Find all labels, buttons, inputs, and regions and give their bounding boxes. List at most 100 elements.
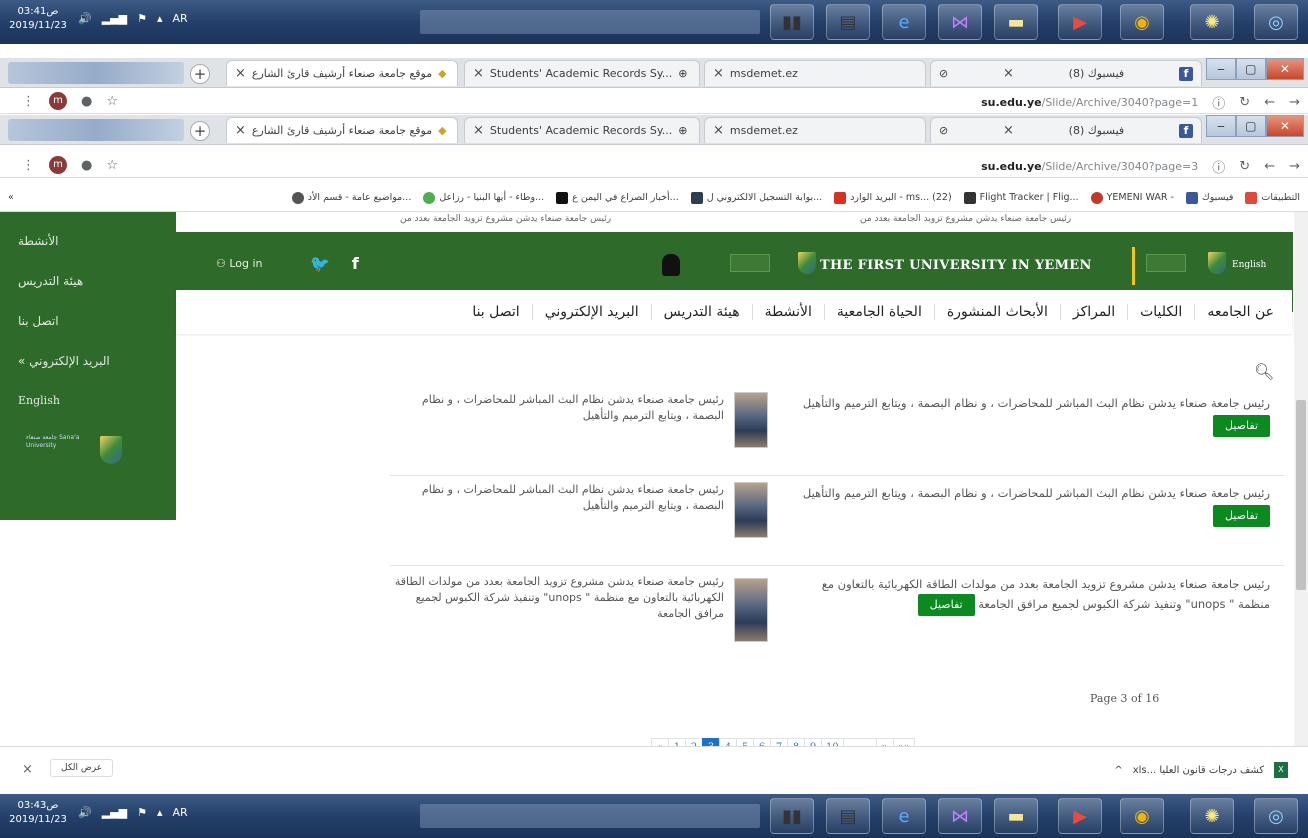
close-tab-icon[interactable]: ×: [1003, 123, 1014, 138]
pagination-last[interactable]: »»: [892, 738, 915, 746]
volume-icon[interactable]: 🔊: [78, 12, 92, 25]
close-tab-icon[interactable]: ×: [1003, 66, 1014, 81]
close-tab-icon[interactable]: ×: [713, 66, 724, 81]
url-field[interactable]: su.edu.ye/Slide/Archive/3040?page=1: [981, 96, 1198, 109]
chevron-up-icon[interactable]: ^: [1114, 765, 1122, 776]
tab-facebook[interactable]: ⊘ × (8) فيسبوك f: [930, 60, 1202, 86]
side-item-contact[interactable]: اتصل بنا: [18, 314, 59, 328]
tray-expand-icon[interactable]: ▴: [157, 12, 163, 25]
news-text[interactable]: رئيس جامعة صنعاء يدشن نظام البث المباشر …: [803, 486, 1270, 500]
side-item-email[interactable]: « البريد الإلكتروني: [18, 354, 110, 368]
bookmark-item[interactable]: Flight Tracker | Flig...: [963, 191, 1079, 204]
extension-icon[interactable]: ●: [81, 158, 92, 173]
pagination-prev[interactable]: «: [651, 738, 669, 746]
close-window-button[interactable]: ✕: [1265, 115, 1304, 137]
close-tab-icon[interactable]: ×: [473, 66, 484, 81]
nav-about[interactable]: عن الجامعه: [1194, 304, 1286, 320]
nav-activities[interactable]: الأنشطة: [751, 304, 824, 320]
bookmark-item[interactable]: البريد الوارد - ms... (22): [834, 191, 952, 204]
tab-students-records[interactable]: × Students' Academic Records Sy... ⊕: [464, 60, 700, 86]
bookmark-item[interactable]: YEMENI WAR -: [1090, 191, 1174, 204]
taskbar-clock[interactable]: ص03:43 2019/11/23: [6, 799, 70, 833]
login-link[interactable]: ⚇ Log in: [216, 257, 263, 270]
nav-colleges[interactable]: الكليات: [1127, 304, 1194, 320]
details-button[interactable]: تفاصيل: [917, 594, 975, 616]
news-summary[interactable]: رئيس جامعة صنعاء يدشن نظام البث المباشر …: [390, 482, 724, 514]
language-indicator[interactable]: AR: [173, 12, 188, 25]
flag-icon[interactable]: ⚑: [137, 12, 147, 25]
news-summary[interactable]: رئيس جامعة صنعاء يدشن نظام البث المباشر …: [390, 392, 724, 424]
news-text[interactable]: رئيس جامعة صنعاء يدشن مشروع تزويد الجامع…: [822, 577, 1270, 611]
tray-expand-icon[interactable]: ▴: [157, 806, 163, 819]
new-tab-button[interactable]: +: [190, 121, 210, 141]
tab-msdemet[interactable]: × msdemet.ez: [704, 60, 926, 86]
pagination-ellipsis[interactable]: ...: [842, 738, 877, 746]
back-icon[interactable]: ←: [1264, 95, 1275, 110]
facebook-icon[interactable]: f: [352, 254, 359, 273]
forward-icon[interactable]: →: [1289, 159, 1300, 174]
news-summary[interactable]: رئيس جامعة صنعاء يدشن مشروع تزويد الجامع…: [390, 574, 724, 622]
taskbar-app-chrome-icon[interactable]: ◉: [1120, 798, 1164, 834]
nav-campus-life[interactable]: الحياة الجامعية: [823, 304, 934, 320]
network-icon[interactable]: ▂▄▆: [102, 806, 127, 819]
details-button[interactable]: تفاصيل: [1213, 415, 1270, 437]
pagination-page[interactable]: 4: [719, 738, 737, 746]
menu-dots-icon[interactable]: ⋮: [22, 94, 35, 109]
nav-faculty[interactable]: هيئة التدريس: [650, 304, 752, 320]
close-download-bar-icon[interactable]: ×: [22, 762, 33, 777]
close-tab-icon[interactable]: ×: [235, 123, 246, 138]
maximize-button[interactable]: ▢: [1235, 115, 1266, 137]
info-icon[interactable]: ⓘ: [1212, 93, 1225, 112]
pagination-page[interactable]: 8: [787, 738, 805, 746]
nav-contact[interactable]: اتصل بنا: [460, 304, 531, 320]
reload-icon[interactable]: ↻: [1239, 95, 1250, 110]
bookmark-item[interactable]: مواضيع عامة - قسم الأد...: [291, 191, 411, 204]
taskbar-app-vs-icon[interactable]: ⋈: [938, 4, 982, 40]
url-field[interactable]: su.edu.ye/Slide/Archive/3040?page=3: [981, 160, 1198, 173]
page-scrollbar[interactable]: [1294, 212, 1308, 746]
taskbar-app-vs-icon[interactable]: ⋈: [938, 798, 982, 834]
news-thumbnail[interactable]: [734, 392, 768, 448]
pagination-page[interactable]: 1: [668, 738, 686, 746]
start-orb-icon[interactable]: ◎: [1254, 798, 1298, 834]
bookmark-item[interactable]: أخبار الصراع في اليمن ع...: [556, 191, 679, 204]
pagination-page[interactable]: 6: [753, 738, 771, 746]
show-all-button[interactable]: عرض الكل: [50, 759, 114, 777]
bookmark-star-icon[interactable]: ☆: [106, 94, 118, 109]
taskbar-app-winamp-icon[interactable]: ✺: [1190, 798, 1234, 834]
tab-msdemet[interactable]: × msdemet.ez: [704, 117, 926, 143]
pagination-page[interactable]: 5: [736, 738, 754, 746]
bookmark-item[interactable]: التطبيقات: [1245, 191, 1300, 204]
taskbar-app-explorer-icon[interactable]: ▮▮: [770, 798, 814, 834]
extension-icon[interactable]: ●: [81, 94, 92, 109]
menu-dots-icon[interactable]: ⋮: [22, 158, 35, 173]
new-tab-button[interactable]: +: [190, 64, 210, 84]
start-orb-icon[interactable]: ◎: [1254, 4, 1298, 40]
taskbar-app-media-icon[interactable]: ▶: [1058, 798, 1102, 834]
bookmarks-overflow-icon[interactable]: «: [8, 192, 14, 203]
maximize-button[interactable]: ▢: [1235, 58, 1266, 80]
news-thumbnail[interactable]: [734, 482, 768, 538]
tab-university[interactable]: × موقع جامعة صنعاء أرشيف قارئ الشارع ◆: [226, 117, 458, 143]
taskbar-app-winamp-icon[interactable]: ✺: [1190, 4, 1234, 40]
nav-research[interactable]: الأبحاث المنشورة: [933, 304, 1060, 320]
download-item[interactable]: X كشف درجات قانون العليا ...xls ^: [1114, 762, 1288, 778]
back-icon[interactable]: ←: [1264, 159, 1275, 174]
twitter-icon[interactable]: 🐦: [310, 254, 330, 273]
nav-email[interactable]: البريد الإلكتروني: [531, 304, 651, 320]
bookmark-item[interactable]: فيسبوك: [1185, 191, 1233, 204]
taskbar-app-folder-icon[interactable]: ▬: [994, 4, 1038, 40]
tab-facebook[interactable]: ⊘ × (8) فيسبوك f: [930, 117, 1202, 143]
taskbar-clock[interactable]: ص03:41 2019/11/23: [6, 5, 70, 39]
taskbar-app-notepad-icon[interactable]: ▤: [826, 798, 870, 834]
pagination-page[interactable]: 7: [770, 738, 788, 746]
taskbar-app-chrome-icon[interactable]: ◉: [1120, 4, 1164, 40]
side-item-faculty[interactable]: هيئة التدريس: [18, 274, 83, 288]
pagination-page[interactable]: 10: [821, 738, 844, 746]
bookmark-star-icon[interactable]: ☆: [106, 158, 118, 173]
bookmark-item[interactable]: بوابة التسجيل الالكتروني ل...: [690, 191, 822, 204]
scrollbar-thumb[interactable]: [1296, 400, 1306, 590]
android-icon[interactable]: [662, 254, 680, 276]
minimize-button[interactable]: ‒: [1206, 58, 1236, 80]
pagination-page[interactable]: 9: [804, 738, 822, 746]
